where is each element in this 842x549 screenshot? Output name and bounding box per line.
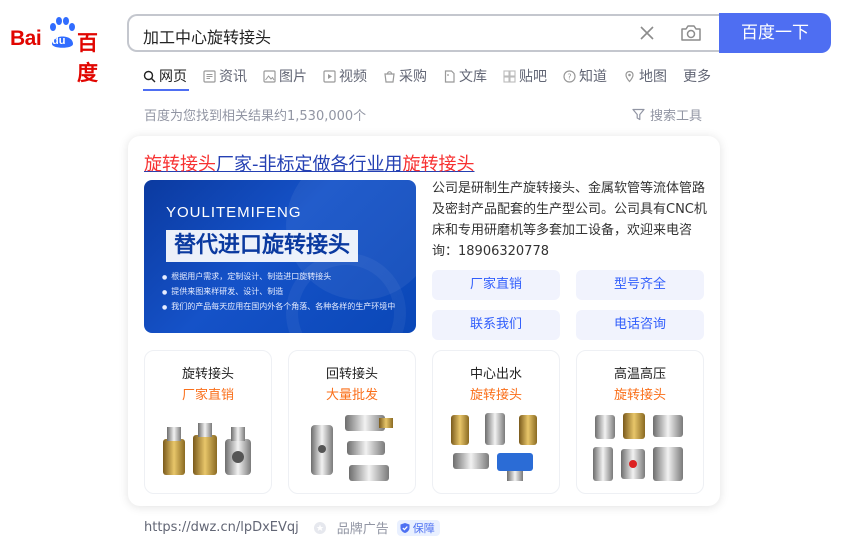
video-icon (323, 69, 336, 83)
camera-icon[interactable] (680, 23, 702, 43)
search-button[interactable]: 百度一下 (719, 13, 831, 53)
product-tag: 旋转接头 (613, 388, 666, 403)
link-full-models[interactable]: 型号齐全 (576, 270, 704, 300)
banner-bullet: 提供来图来样研发、设计、制造 (162, 285, 395, 300)
ad-title-link[interactable]: 旋转接头厂家-非标定做各行业用旋转接头 (144, 150, 475, 176)
ad-footer: https://dwz.cn/lpDxEVqj 品牌广告 保障 (144, 518, 440, 537)
ad-label[interactable]: 品牌广告 (337, 518, 389, 537)
tab-label: 视频 (339, 69, 367, 85)
banner-bullets: 根据用户需求，定制设计、制造进口旋转接头 提供来图来样研发、设计、制造 我们的产… (162, 270, 395, 315)
tab-label: 图片 (279, 69, 307, 85)
link-phone-consult[interactable]: 电话咨询 (576, 310, 704, 340)
banner-heading: 替代进口旋转接头 (166, 230, 359, 262)
forum-icon (503, 69, 516, 83)
link-contact-us[interactable]: 联系我们 (432, 310, 560, 340)
tab-label: 更多 (683, 69, 711, 85)
logo-text-bai: Bai (10, 27, 42, 50)
map-icon (625, 70, 634, 82)
tab-more[interactable]: 更多 (683, 66, 711, 86)
active-tab-indicator (143, 89, 189, 91)
tab-label: 地图 (639, 69, 667, 85)
tab-label: 文库 (459, 69, 487, 85)
search-input[interactable]: 加工中心旋转接头 (127, 14, 720, 52)
tab-label: 网页 (159, 69, 187, 85)
product-card[interactable]: 中心出水 旋转接头 (432, 350, 560, 494)
badge-label: 保障 (412, 521, 435, 535)
tab-library[interactable]: 文库 (443, 66, 487, 86)
ad-result-card: 旋转接头厂家-非标定做各行业用旋转接头 YOULITEMIFENG 替代进口旋转… (128, 136, 720, 506)
product-name: 旋转接头 (181, 367, 234, 382)
title-highlight: 旋转接头 (402, 154, 475, 175)
document-icon (444, 69, 455, 83)
title-highlight: 旋转接头 (144, 154, 216, 175)
banner-bullet: 我们的产品每天应用在国内外各个角落、各种各样的生产环境中 (162, 300, 395, 315)
baidu-logo[interactable]: Bai du 百度 (10, 16, 114, 85)
question-icon: ? (563, 69, 576, 83)
tab-label: 资讯 (219, 69, 247, 85)
tab-images[interactable]: 图片 (263, 66, 307, 86)
search-tools-label: 搜索工具 (650, 109, 703, 124)
rotary-joint-image (451, 413, 537, 481)
tab-shopping[interactable]: 采购 (383, 66, 427, 86)
product-name: 回转接头 (325, 367, 378, 382)
shield-icon (400, 522, 410, 533)
tab-video[interactable]: 视频 (323, 66, 367, 86)
ad-url[interactable]: https://dwz.cn/lpDxEVqj (144, 520, 299, 535)
product-card[interactable]: 高温高压 旋转接头 (576, 350, 704, 494)
product-card[interactable]: 旋转接头 厂家直销 (144, 350, 272, 494)
brand-icon (313, 521, 326, 534)
ad-banner-image[interactable]: YOULITEMIFENG 替代进口旋转接头 根据用户需求，定制设计、制造进口旋… (144, 180, 416, 333)
tab-label: 贴吧 (519, 69, 547, 85)
close-icon[interactable] (638, 24, 656, 42)
product-name: 中心出水 (469, 367, 522, 382)
tab-news[interactable]: 资讯 (203, 66, 247, 86)
ad-description: 公司是研制生产旋转接头、金属软管等流体管路及密封产品配套的生产型公司。公司具有C… (432, 181, 707, 259)
tab-zhidao[interactable]: ? 知道 (563, 66, 607, 86)
tab-web[interactable]: 网页 (143, 66, 187, 86)
tab-label: 采购 (399, 69, 427, 85)
guarantee-badge[interactable]: 保障 (396, 519, 440, 536)
shopping-icon (384, 70, 395, 83)
funnel-icon (632, 108, 645, 121)
product-tag: 旋转接头 (469, 388, 522, 403)
search-tabs: 网页 资讯 图片 视频 采购 文库 贴吧 ? 知道 地图 更多 (143, 66, 727, 86)
product-tag: 厂家直销 (181, 388, 234, 403)
search-query[interactable]: 加工中心旋转接头 (143, 24, 271, 48)
logo-text-du: du (52, 35, 66, 47)
search-tools-button[interactable]: 搜索工具 (632, 105, 702, 124)
banner-brand: YOULITEMIFENG (166, 204, 302, 221)
tab-tieba[interactable]: 贴吧 (503, 66, 547, 86)
title-text: 厂家-非标定做各行业用 (216, 154, 403, 175)
svg-text:?: ? (567, 72, 571, 81)
result-count: 百度为您找到相关结果约1,530,000个 (144, 109, 367, 124)
tab-label: 知道 (579, 69, 607, 85)
banner-bullet: 根据用户需求，定制设计、制造进口旋转接头 (162, 270, 395, 285)
product-name: 高温高压 (613, 367, 666, 382)
rotary-joint-image (593, 413, 683, 481)
product-tag: 大量批发 (325, 388, 378, 403)
image-icon (263, 69, 276, 83)
logo-text-cn: 百度 (77, 32, 98, 85)
tab-map[interactable]: 地图 (623, 66, 667, 86)
news-icon (203, 69, 216, 83)
search-icon (143, 70, 156, 82)
product-card[interactable]: 回转接头 大量批发 (288, 350, 416, 494)
rotary-joint-image (163, 423, 251, 475)
rotary-joint-image (311, 415, 393, 481)
link-factory-direct[interactable]: 厂家直销 (432, 270, 560, 300)
